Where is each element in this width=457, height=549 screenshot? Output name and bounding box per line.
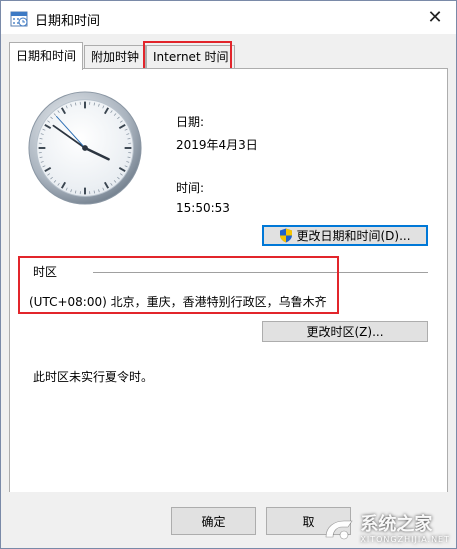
date-time-dialog: 日期和时间 ✕ 日期和时间 附加时钟 Internet 时间 日期: 2019年…: [0, 0, 457, 549]
date-time-panel: 日期: 2019年4月3日 时间: 15:50:53 更改日期和时间(D)...…: [9, 68, 448, 493]
change-timezone-button[interactable]: 更改时区(Z)...: [262, 321, 428, 342]
timezone-group-divider: [93, 272, 428, 273]
date-time-app-icon: [10, 11, 28, 27]
watermark-logo-icon: [326, 520, 353, 539]
date-label: 日期:: [176, 115, 205, 129]
tab-additional-clocks[interactable]: 附加时钟: [84, 45, 147, 68]
time-label: 时间:: [176, 181, 205, 195]
ok-button[interactable]: 确定: [171, 507, 256, 535]
tab-internet-time[interactable]: Internet 时间: [146, 45, 236, 68]
tab-strip: 日期和时间 附加时钟 Internet 时间: [9, 42, 449, 70]
analog-clock: [28, 91, 142, 205]
timezone-value: (UTC+08:00) 北京，重庆，香港特别行政区，乌鲁木齐: [29, 295, 327, 309]
time-value: 15:50:53: [176, 201, 230, 215]
date-value: 2019年4月3日: [176, 138, 258, 152]
watermark-text: 系统之家: [360, 514, 433, 535]
close-button[interactable]: ✕: [420, 3, 450, 31]
tab-date-time[interactable]: 日期和时间: [9, 42, 84, 70]
close-icon: ✕: [427, 6, 443, 28]
timezone-group-header: 时区: [33, 265, 58, 279]
change-date-time-button[interactable]: 更改日期和时间(D)...: [262, 225, 428, 246]
dst-note: 此时区未实行夏令时。: [33, 370, 154, 384]
window-title: 日期和时间: [35, 14, 101, 29]
uac-shield-icon: [280, 228, 293, 243]
watermark-url: XITONGZHIJIA.NET: [360, 535, 450, 544]
change-date-time-label: 更改日期和时间(D)...: [296, 229, 411, 243]
site-watermark: 系统之家 XITONGZHIJIA.NET: [322, 515, 450, 544]
title-bar: 日期和时间 ✕: [1, 1, 456, 34]
